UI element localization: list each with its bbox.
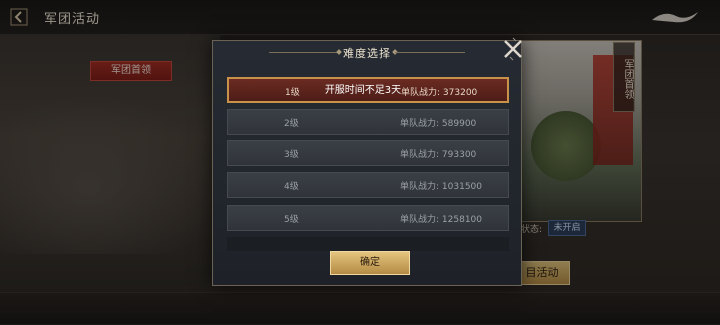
- level-row-2[interactable]: 2级 单队战力: 589900: [227, 109, 509, 135]
- level-name: 1级: [285, 88, 300, 98]
- level-row-3[interactable]: 3级 单队战力: 793300: [227, 140, 509, 166]
- level-name: 5级: [284, 215, 299, 225]
- confirm-button[interactable]: 确定: [330, 251, 410, 275]
- dialog-divider: [227, 237, 509, 251]
- level-power: 单队战力: 589900: [400, 119, 477, 129]
- level-name: 2级: [284, 119, 299, 129]
- level-name: 4级: [284, 182, 299, 192]
- difficulty-dialog: 难度选择 1级 单队战力: 373200 2级 单队战力: 589900 3级 …: [212, 40, 522, 286]
- level-power: 单队战力: 793300: [400, 150, 477, 160]
- level-power: 单队战力: 1031500: [400, 182, 483, 192]
- level-row-4[interactable]: 4级 单队战力: 1031500: [227, 172, 509, 198]
- dialog-title: 难度选择: [343, 47, 391, 60]
- level-name: 3级: [284, 150, 299, 160]
- level-power: 单队战力: 1258100: [400, 215, 483, 225]
- level-row-5[interactable]: 5级 单队战力: 1258100: [227, 205, 509, 231]
- dialog-header: 难度选择: [213, 41, 521, 63]
- close-icon[interactable]: [500, 36, 526, 62]
- level-power: 单队战力: 373200: [401, 88, 478, 98]
- unlock-tooltip: 开服时间不足3天: [324, 85, 402, 96]
